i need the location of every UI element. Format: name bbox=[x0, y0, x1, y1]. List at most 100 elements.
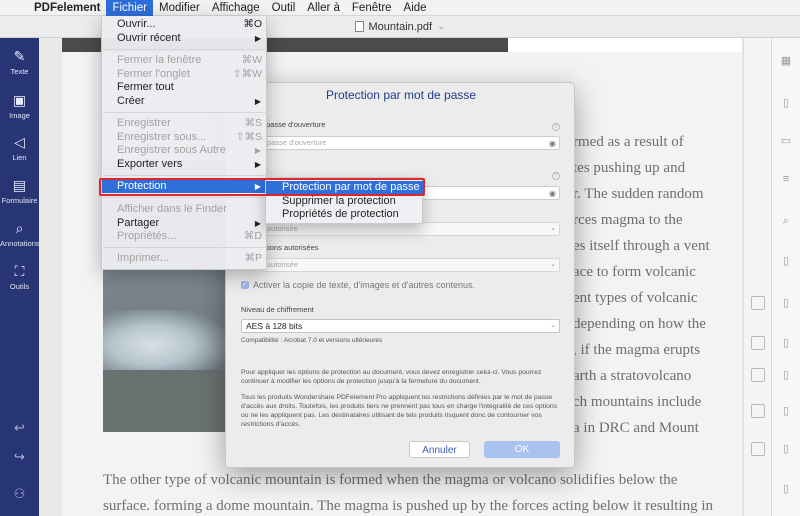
menu-item-label: Fermer tout bbox=[117, 81, 174, 93]
open-password-placeholder: passe d'ouverture bbox=[267, 138, 327, 147]
form-icon: ▤ bbox=[12, 177, 27, 193]
encryption-select[interactable]: AES à 128 bits ⌄ bbox=[241, 319, 560, 333]
document-icon[interactable]: ▯ bbox=[779, 254, 793, 268]
print-permission-select[interactable]: autorisée ⌄ bbox=[262, 222, 560, 236]
bookmark-icon[interactable]: ▭ bbox=[779, 134, 793, 148]
menu-pdfelement[interactable]: PDFelement bbox=[28, 0, 106, 16]
changes-permission-select[interactable]: autorisée ⌄ bbox=[262, 258, 560, 272]
eye-icon[interactable]: ◉ bbox=[549, 188, 556, 199]
menu-item-fermer-fenetre: Fermer la fenêtre ⌘W bbox=[102, 54, 268, 67]
edit-icon[interactable]: ▯ bbox=[779, 296, 793, 310]
image-icon: ▣ bbox=[12, 92, 27, 108]
select-value: autorisée bbox=[267, 224, 298, 233]
tool-label: Lien bbox=[12, 153, 27, 162]
menu-item-label: Ouvrir... bbox=[117, 18, 156, 30]
user-icon[interactable]: ⚇ bbox=[0, 486, 39, 502]
eye-icon[interactable]: ◉ bbox=[549, 138, 556, 149]
menu-aller-a[interactable]: Aller à bbox=[301, 0, 346, 16]
cancel-button[interactable]: Annuler bbox=[409, 441, 470, 458]
tool-label: Outils bbox=[9, 282, 30, 291]
panel-icon[interactable] bbox=[751, 404, 765, 418]
dialog-title: Protection par mot de passe bbox=[325, 88, 477, 102]
encryption-label: Niveau de chiffrement bbox=[241, 305, 314, 314]
checkbox-checked-icon[interactable]: ✓ bbox=[241, 281, 249, 289]
menu-item-partager[interactable]: Partager ▶ bbox=[102, 217, 268, 230]
panel-icon[interactable] bbox=[751, 336, 765, 350]
right-toolbar: ▦ ▯ ▭ ≡ ⌕ ▯ ▯ ▯ ▯ ▯ ▯ ▯ bbox=[771, 38, 800, 516]
menu-item-ouvrir[interactable]: Ouvrir... ⌘O bbox=[102, 18, 268, 31]
menu-separator bbox=[103, 197, 267, 198]
menu-separator bbox=[103, 247, 267, 248]
help-icon[interactable]: ? bbox=[552, 123, 560, 131]
redo-icon[interactable]: ↪ bbox=[0, 449, 39, 465]
tool-lien[interactable]: ◁ Lien bbox=[0, 134, 39, 162]
compatibility-text: Compatibilité : Acrobat 7.0 et versions … bbox=[241, 337, 383, 344]
menu-modifier[interactable]: Modifier bbox=[153, 0, 206, 16]
undo-icon[interactable]: ↩ bbox=[0, 420, 39, 436]
open-password-input[interactable]: passe d'ouverture ◉ bbox=[262, 136, 560, 150]
submenu-item-protection-properties[interactable]: Propriétés de protection bbox=[266, 208, 424, 221]
copy-content-checkbox-row[interactable]: ✓ Activer la copie de texte, d'images et… bbox=[241, 280, 475, 290]
menu-separator bbox=[103, 112, 267, 113]
document-tab[interactable]: Mountain.pdf ⌄ bbox=[354, 20, 446, 33]
panel-icon[interactable] bbox=[751, 368, 765, 382]
menu-fichier[interactable]: Fichier bbox=[106, 0, 153, 16]
page-icon[interactable]: ▯ bbox=[779, 96, 793, 110]
menu-item-creer[interactable]: Créer ▶ bbox=[102, 95, 268, 108]
menu-item-label: Créer bbox=[117, 95, 145, 107]
shortcut-label: ⌘O bbox=[243, 18, 262, 30]
tool-label: Formulaire bbox=[1, 196, 38, 205]
document-title: Mountain.pdf bbox=[368, 20, 433, 33]
submenu-item-remove-protection[interactable]: Supprimer la protection bbox=[266, 195, 424, 208]
panel-icon[interactable] bbox=[751, 296, 765, 310]
changes-allowed-label: tions autorisées bbox=[266, 243, 319, 252]
menu-item-ouvrir-recent[interactable]: Ouvrir récent ▶ bbox=[102, 32, 268, 45]
encryption-value: AES à 128 bits bbox=[246, 321, 303, 331]
tool-label: Image bbox=[9, 111, 30, 120]
ok-button[interactable]: OK bbox=[484, 441, 560, 458]
thumbnails-icon[interactable]: ▦ bbox=[779, 54, 793, 68]
page-crop-icon[interactable]: ▯ bbox=[779, 482, 793, 496]
list-icon[interactable]: ≡ bbox=[779, 172, 793, 186]
menu-separator bbox=[103, 49, 267, 50]
menu-item-exporter[interactable]: Exporter vers ▶ bbox=[102, 158, 268, 171]
save-note: Pour appliquer les options de protection… bbox=[241, 369, 542, 385]
third-party-note: Tous les produits Wondershare PDFelement… bbox=[241, 394, 558, 428]
tool-formulaire[interactable]: ▤ Formulaire bbox=[0, 177, 39, 205]
tool-outils[interactable]: ⛶ Outils bbox=[0, 263, 39, 291]
annotation-icon: ⌕ bbox=[15, 220, 24, 236]
menu-item-afficher-finder: Afficher dans le Finder bbox=[102, 203, 268, 216]
menu-item-fermer-tout[interactable]: Fermer tout bbox=[102, 81, 268, 94]
menu-affichage[interactable]: Affichage bbox=[206, 0, 266, 16]
tool-label: Annotations bbox=[0, 239, 40, 248]
menu-outil[interactable]: Outil bbox=[266, 0, 302, 16]
page-extract-icon[interactable]: ▯ bbox=[779, 336, 793, 350]
panel-icon[interactable] bbox=[751, 442, 765, 456]
link-icon: ◁ bbox=[14, 134, 25, 150]
menu-aide[interactable]: Aide bbox=[398, 0, 433, 16]
shortcut-label: ⌘P bbox=[244, 252, 262, 264]
pencil-icon: ✎ bbox=[13, 48, 26, 64]
menu-item-label: Partager bbox=[117, 217, 160, 229]
chevron-down-icon[interactable]: ⌄ bbox=[437, 21, 445, 32]
menu-item-enregistrer-sous: Enregistrer sous... ⇧⌘S bbox=[102, 131, 268, 144]
page-replace-icon[interactable]: ▯ bbox=[779, 404, 793, 418]
menu-item-proprietes: Propriétés... ⌘D bbox=[102, 230, 268, 243]
menu-item-label: Imprimer... bbox=[117, 252, 169, 264]
help-icon[interactable]: ? bbox=[552, 172, 560, 180]
chevron-down-icon: ⌄ bbox=[550, 322, 556, 329]
page-insert-icon[interactable]: ▯ bbox=[779, 368, 793, 382]
menu-item-label: Afficher dans le Finder bbox=[117, 203, 227, 215]
shortcut-label: ⌘D bbox=[243, 230, 262, 242]
menu-item-fermer-onglet: Fermer l'onglet ⇧⌘W bbox=[102, 68, 268, 81]
submenu-arrow-icon: ▶ bbox=[254, 160, 261, 169]
page-split-icon[interactable]: ▯ bbox=[779, 442, 793, 456]
tool-image[interactable]: ▣ Image bbox=[0, 92, 39, 120]
menu-item-label: Ouvrir récent bbox=[117, 32, 181, 44]
menu-fenetre[interactable]: Fenêtre bbox=[346, 0, 398, 16]
tool-annotations[interactable]: ⌕ Annotations bbox=[0, 220, 40, 248]
menu-item-imprimer: Imprimer... ⌘P bbox=[102, 252, 268, 265]
menu-bar: PDFelement Fichier Modifier Affichage Ou… bbox=[0, 0, 800, 16]
tool-texte[interactable]: ✎ Texte bbox=[0, 48, 39, 76]
search-icon[interactable]: ⌕ bbox=[779, 214, 793, 228]
